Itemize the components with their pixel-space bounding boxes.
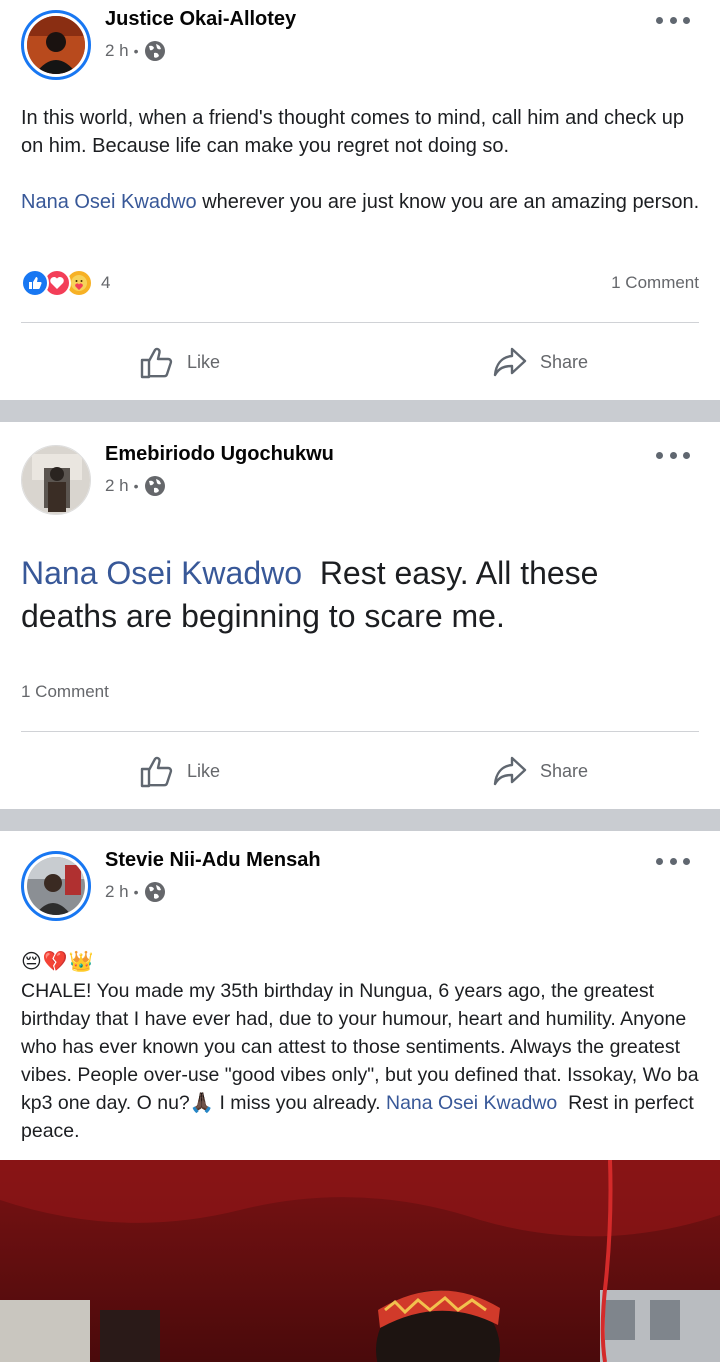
post-text: CHALE! You made my 35th birthday in Nung… — [21, 977, 701, 1145]
share-button[interactable]: Share — [492, 342, 588, 382]
like-reaction-icon — [21, 269, 49, 297]
post-time[interactable]: 2 h — [105, 882, 129, 902]
author-name[interactable]: Emebiriodo Ugochukwu — [105, 443, 334, 466]
mention-link[interactable]: Nana Osei Kwadwo — [21, 191, 197, 213]
more-options-button[interactable] — [656, 851, 690, 871]
mention-link[interactable]: Nana Osei Kwadwo — [386, 1092, 557, 1114]
post-paragraph: Nana Osei Kwadwo wherever you are just k… — [21, 188, 701, 216]
post-time[interactable]: 2 h — [105, 41, 129, 61]
feed-divider — [0, 400, 720, 422]
share-label: Share — [540, 351, 589, 372]
author-name[interactable]: Stevie Nii-Adu Mensah — [105, 849, 321, 872]
post-meta: 2 h • — [105, 40, 166, 62]
post-header: Emebiriodo Ugochukwu 2 h • — [0, 435, 720, 525]
post-time[interactable]: 2 h — [105, 476, 129, 496]
avatar[interactable] — [21, 445, 91, 515]
feed-divider — [0, 809, 720, 831]
separator — [21, 322, 699, 323]
comments-count[interactable]: 1 Comment — [21, 682, 109, 702]
separator — [21, 731, 699, 732]
post-photo[interactable] — [0, 1160, 720, 1362]
globe-icon — [144, 882, 165, 902]
like-icon — [140, 347, 173, 379]
meta-dot: • — [133, 884, 139, 900]
share-button[interactable]: Share — [492, 751, 588, 791]
reactions-count: 4 — [101, 273, 111, 292]
meta-dot: • — [133, 478, 139, 494]
avatar-photo — [27, 857, 85, 915]
more-options-button[interactable] — [656, 10, 690, 30]
post-paragraph: In this world, when a friend's thought c… — [21, 107, 685, 157]
more-options-button[interactable] — [656, 445, 690, 465]
avatar[interactable] — [21, 851, 91, 921]
like-icon — [140, 756, 173, 788]
like-label: Like — [187, 760, 221, 781]
comments-count[interactable]: 1 Comment — [611, 273, 699, 293]
post-2: Emebiriodo Ugochukwu 2 h • Nana Osei Kwa… — [0, 422, 720, 809]
mention-link[interactable]: Nana Osei Kwadwo — [21, 555, 302, 591]
like-label: Like — [187, 351, 221, 372]
share-label: Share — [540, 760, 589, 781]
post-header: Stevie Nii-Adu Mensah 2 h • — [0, 841, 720, 931]
post-text: In this world, when a friend's thought c… — [21, 104, 701, 216]
avatar-photo — [27, 16, 85, 74]
meta-dot: • — [133, 43, 139, 59]
author-name[interactable]: Justice Okai-Allotey — [105, 8, 296, 31]
like-button[interactable]: Like — [139, 751, 220, 791]
emoji-line: 😔💔👑 — [21, 951, 95, 973]
share-icon — [493, 347, 527, 377]
reactions-summary[interactable]: 4 — [21, 266, 110, 300]
avatar-photo — [22, 446, 90, 514]
like-button[interactable]: Like — [139, 342, 220, 382]
post-1: Justice Okai-Allotey 2 h • In this world… — [0, 0, 720, 400]
post-header: Justice Okai-Allotey 2 h • — [0, 0, 720, 90]
post-photo-image — [0, 1160, 720, 1362]
share-icon — [493, 756, 527, 786]
globe-icon — [144, 41, 165, 61]
post-meta: 2 h • — [105, 475, 166, 497]
post-text-rest: wherever you are just know you are an am… — [196, 191, 700, 213]
post-meta: 2 h • — [105, 881, 166, 903]
avatar[interactable] — [21, 10, 91, 80]
post-text: Nana Osei Kwadwo Rest easy. All these de… — [21, 552, 701, 638]
globe-icon — [144, 476, 165, 496]
